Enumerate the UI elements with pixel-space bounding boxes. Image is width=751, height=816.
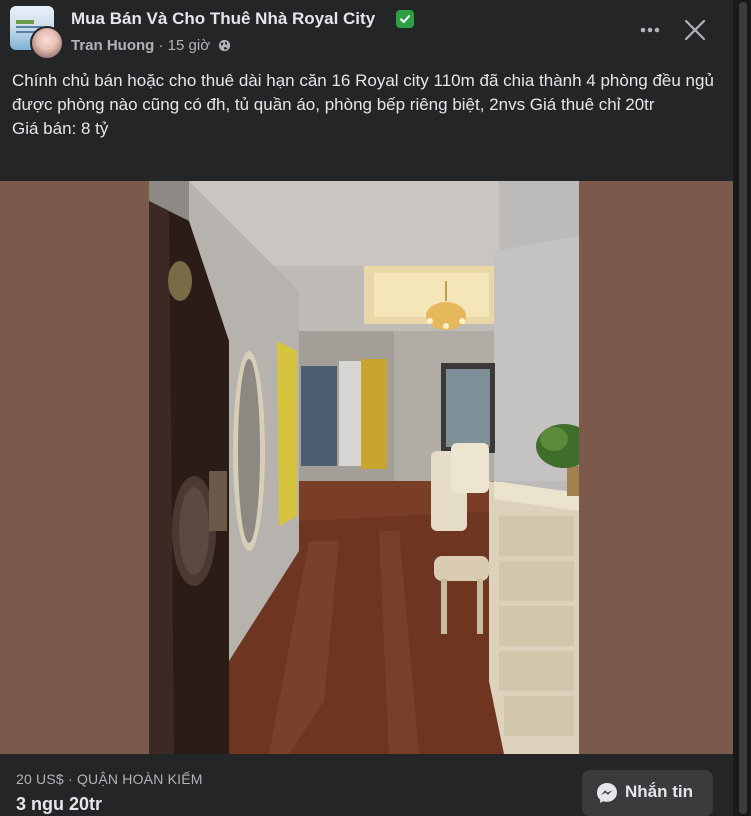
meta-separator: · (154, 37, 168, 54)
listing-footer: 20 US$ · QUẬN HOÀN KIẾM 3 ngu 20tr Nhắn … (0, 754, 733, 816)
messenger-icon (596, 782, 618, 809)
verified-badge-icon (396, 10, 414, 28)
photo-viewer[interactable] (0, 181, 733, 754)
message-button-label: Nhắn tin (625, 782, 693, 801)
message-button[interactable]: Nhắn tin (582, 770, 713, 816)
scrollbar[interactable] (735, 0, 751, 816)
group-avatar[interactable] (10, 6, 64, 60)
post-description: Chính chủ bán hoặc cho thuê dài hạn căn … (12, 71, 714, 114)
post-header: Mua Bán Và Cho Thuê Nhà Royal City Tran … (0, 0, 733, 62)
post-timestamp[interactable]: 15 giờ (168, 37, 210, 54)
post-body: Chính chủ bán hoặc cho thuê dài hạn căn … (12, 69, 724, 141)
scrollbar-thumb[interactable] (739, 2, 747, 814)
apartment-hallway-illustration (149, 181, 579, 754)
close-icon (684, 19, 706, 41)
post-meta: Tran Huong · 15 giờ (71, 37, 231, 56)
post-price-line: Giá bán: 8 tỷ (12, 119, 109, 138)
marketplace-post-card: Mua Bán Và Cho Thuê Nhà Royal City Tran … (0, 0, 733, 816)
group-name-link[interactable]: Mua Bán Và Cho Thuê Nhà Royal City (71, 9, 375, 29)
author-avatar[interactable] (30, 26, 64, 60)
author-name-link[interactable]: Tran Huong (71, 37, 154, 54)
more-options-button[interactable] (632, 12, 668, 48)
listing-price-location: 20 US$ · QUẬN HOÀN KIẾM (16, 771, 203, 787)
apartment-hallway-photo[interactable] (149, 181, 579, 754)
globe-icon[interactable] (218, 39, 231, 56)
listing-title[interactable]: 3 ngu 20tr (16, 794, 102, 815)
more-options-icon (640, 27, 660, 33)
close-button[interactable] (677, 12, 713, 48)
